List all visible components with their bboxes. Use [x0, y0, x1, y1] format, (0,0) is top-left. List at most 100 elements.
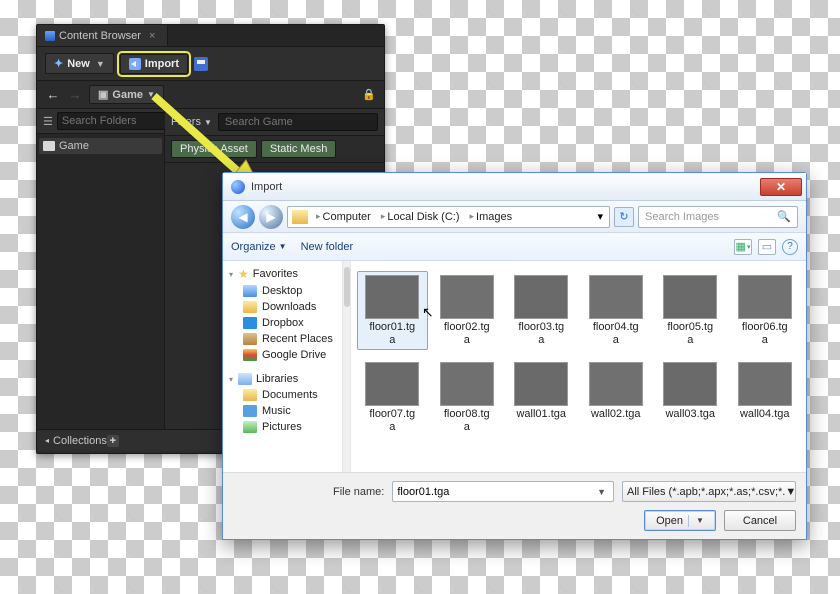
new-folder-button[interactable]: New folder: [301, 241, 354, 253]
close-icon[interactable]: ×: [145, 30, 159, 42]
explorer-search-input[interactable]: Search Images 🔍: [638, 206, 798, 228]
open-button[interactable]: Open ▼: [644, 510, 716, 531]
file-item[interactable]: floor06.tga: [730, 271, 801, 350]
libraries-group[interactable]: Libraries: [223, 371, 342, 387]
new-asset-button[interactable]: ✦ New ▼: [45, 53, 114, 74]
tree-item-documents[interactable]: Documents: [223, 387, 342, 403]
save-all-button[interactable]: [194, 57, 208, 71]
folder-icon: ▣: [98, 88, 108, 101]
nav-back-button[interactable]: ◀: [231, 205, 255, 229]
file-item[interactable]: floor08.tga: [432, 358, 503, 437]
file-name: wall04.tga: [735, 408, 795, 421]
organize-menu[interactable]: Organize▼: [231, 241, 287, 253]
file-thumbnail: [514, 275, 568, 319]
desktop-icon: [243, 285, 257, 297]
close-button[interactable]: ✕: [760, 178, 802, 196]
filter-chip-static-mesh[interactable]: Static Mesh: [261, 140, 336, 158]
filename-field[interactable]: [397, 486, 594, 498]
source-tree-item-label: Game: [59, 140, 89, 152]
tree-item-downloads[interactable]: Downloads: [223, 299, 342, 315]
filename-input[interactable]: ▼: [392, 481, 614, 502]
import-label: Import: [145, 58, 179, 70]
breadcrumb-dropdown[interactable]: ▾: [593, 210, 607, 223]
filters-button[interactable]: Filters ▼: [171, 116, 212, 128]
file-item[interactable]: wall02.tga: [581, 358, 652, 437]
content-browser-tab-label: Content Browser: [59, 30, 141, 42]
file-name: floor06.tga: [735, 321, 795, 346]
tree-scrollbar[interactable]: [343, 261, 351, 472]
app-icon: [231, 180, 245, 194]
file-item[interactable]: floor03.tga: [506, 271, 577, 350]
chevron-down-icon[interactable]: ▼: [594, 487, 609, 497]
file-item[interactable]: floor04.tga: [581, 271, 652, 350]
chevron-left-icon: ◂: [45, 436, 49, 445]
favorites-group[interactable]: ★ Favorites: [223, 265, 342, 283]
tree-item-pictures[interactable]: Pictures: [223, 419, 342, 435]
file-item[interactable]: wall04.tga: [730, 358, 801, 437]
file-item[interactable]: floor01.tga: [357, 271, 428, 350]
search-icon: 🔍: [777, 210, 791, 223]
file-name: wall03.tga: [660, 408, 720, 421]
explorer-nav: ◀ ▶ ▸Computer ▸Local Disk (C:) ▸Images ▾…: [223, 201, 806, 233]
import-dialog: Import ✕ ◀ ▶ ▸Computer ▸Local Disk (C:) …: [222, 172, 807, 540]
gdrive-icon: [243, 349, 257, 361]
tree-item-gdrive[interactable]: Google Drive: [223, 347, 342, 363]
collections-toggle[interactable]: ◂ Collections: [45, 435, 107, 447]
content-browser-tab[interactable]: Content Browser ×: [37, 25, 168, 46]
tree-item-recent[interactable]: Recent Places: [223, 331, 342, 347]
star-icon: ★: [238, 267, 249, 281]
file-item[interactable]: floor05.tga: [655, 271, 726, 350]
explorer-nav-tree[interactable]: ★ Favorites Desktop Downloads Dropbox Re…: [223, 261, 343, 472]
breadcrumb-seg[interactable]: ▸Local Disk (C:): [377, 211, 464, 223]
file-item[interactable]: wall03.tga: [655, 358, 726, 437]
drive-icon: [292, 210, 308, 224]
search-placeholder: Search Images: [645, 211, 719, 223]
file-item[interactable]: floor07.tga: [357, 358, 428, 437]
forward-button[interactable]: →: [67, 87, 83, 103]
filter-icon[interactable]: ☰: [43, 115, 53, 128]
address-breadcrumb[interactable]: ▸Computer ▸Local Disk (C:) ▸Images ▾: [287, 206, 610, 228]
content-browser-toolbar: ✦ New ▼ Import: [37, 47, 384, 81]
file-name: wall02.tga: [586, 408, 646, 421]
preview-pane-button[interactable]: ▭: [758, 239, 776, 255]
import-dialog-titlebar[interactable]: Import ✕: [223, 173, 806, 201]
file-thumbnail: [589, 362, 643, 406]
nav-forward-button[interactable]: ▶: [259, 205, 283, 229]
filter-chip-physics-asset[interactable]: Physics Asset: [171, 140, 257, 158]
chevron-down-icon: ▼: [785, 486, 796, 498]
file-name: floor02.tga: [437, 321, 497, 346]
documents-icon: [243, 389, 257, 401]
chevron-down-icon: ▼: [96, 59, 105, 69]
breadcrumb-seg[interactable]: ▸Images: [465, 211, 516, 223]
downloads-icon: [243, 301, 257, 313]
lock-icon[interactable]: 🔒: [362, 88, 376, 101]
file-thumbnail: [738, 275, 792, 319]
file-name: floor05.tga: [660, 321, 720, 346]
tree-item-desktop[interactable]: Desktop: [223, 283, 342, 299]
collections-label: Collections: [53, 435, 107, 447]
chevron-down-icon: ▼: [204, 118, 212, 127]
search-assets-input[interactable]: [218, 113, 378, 131]
file-grid: floor01.tga floor02.tga floor03.tgafloor04…: [351, 261, 806, 472]
import-button[interactable]: Import: [120, 54, 188, 74]
explorer-toolbar: Organize▼ New folder ▦▾ ▭ ?: [223, 233, 806, 261]
file-thumbnail: [365, 362, 419, 406]
file-item[interactable]: floor02.tga: [432, 271, 503, 350]
path-breadcrumb[interactable]: ▣ Game ▼: [89, 85, 164, 104]
help-button[interactable]: ?: [782, 239, 798, 255]
back-button[interactable]: ←: [45, 87, 61, 103]
source-tree-item-game[interactable]: Game: [39, 138, 162, 154]
refresh-button[interactable]: ↻: [614, 207, 634, 227]
add-collection-button[interactable]: +: [107, 435, 119, 447]
import-icon: [129, 58, 141, 70]
tree-item-dropbox[interactable]: Dropbox: [223, 315, 342, 331]
filename-label: File name:: [333, 486, 384, 498]
file-thumbnail: [514, 362, 568, 406]
file-thumbnail: [440, 362, 494, 406]
file-item[interactable]: wall01.tga: [506, 358, 577, 437]
cancel-button[interactable]: Cancel: [724, 510, 796, 531]
breadcrumb-seg[interactable]: ▸Computer: [312, 211, 375, 223]
view-mode-button[interactable]: ▦▾: [734, 239, 752, 255]
filetype-select[interactable]: All Files (*.apb;*.apx;*.as;*.csv;*. ▼: [622, 481, 796, 502]
tree-item-music[interactable]: Music: [223, 403, 342, 419]
